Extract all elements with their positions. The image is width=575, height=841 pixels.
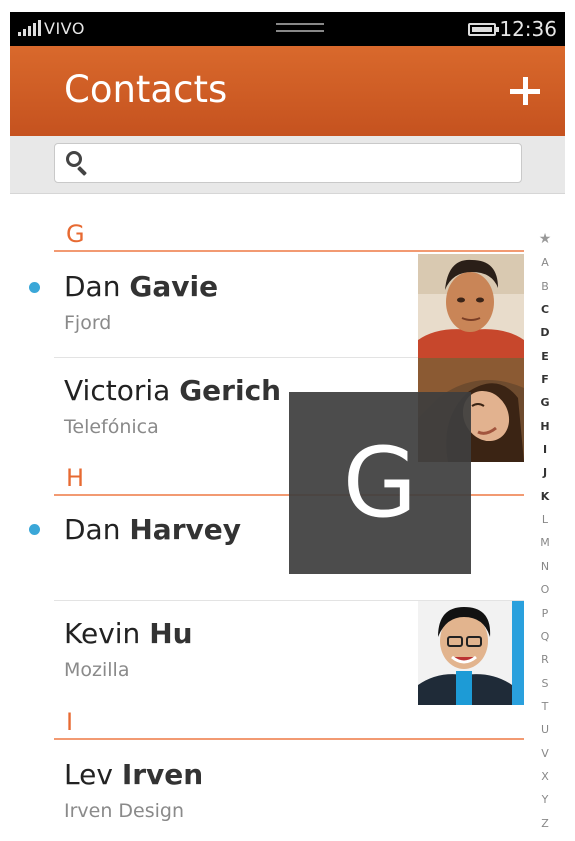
battery-icon: [468, 23, 499, 36]
status-bar: VIVO 12:36: [10, 12, 565, 46]
contact-organization: Fjord: [64, 312, 112, 334]
index-letter[interactable]: Z: [534, 812, 556, 835]
contact-organization: Irven Design: [64, 800, 185, 822]
index-letter[interactable]: F: [534, 368, 556, 391]
favorites-star-icon[interactable]: ★: [534, 228, 556, 251]
contact-organization: Mozilla: [64, 659, 130, 681]
index-letter[interactable]: X: [534, 765, 556, 788]
index-letter[interactable]: S: [534, 672, 556, 695]
index-letter[interactable]: Y: [534, 788, 556, 811]
index-letter[interactable]: U: [534, 718, 556, 741]
contact-photo: [418, 601, 524, 705]
add-contact-button[interactable]: [505, 72, 545, 112]
search-bar: [10, 136, 565, 194]
contact-name: Dan Harvey: [64, 513, 242, 546]
contact-name: Victoria Gerich: [64, 374, 282, 407]
index-letter[interactable]: P: [534, 602, 556, 625]
index-letter[interactable]: R: [534, 648, 556, 671]
index-letter[interactable]: D: [534, 321, 556, 344]
index-letter[interactable]: V: [534, 742, 556, 765]
contact-item-kevin-hu[interactable]: Kevin Hu Mozilla: [54, 601, 524, 705]
clock: 12:36: [499, 17, 557, 41]
index-letter[interactable]: G: [534, 391, 556, 414]
index-letter[interactable]: T: [534, 695, 556, 718]
index-letter[interactable]: O: [534, 578, 556, 601]
contact-photo: [418, 254, 524, 358]
index-letter[interactable]: C: [534, 298, 556, 321]
contact-name: Kevin Hu: [64, 617, 193, 650]
jump-letter-overlay: G: [289, 392, 471, 574]
carrier-name: VIVO: [44, 19, 85, 38]
contact-item-lev-irven[interactable]: Lev Irven Irven Design: [54, 742, 524, 841]
page-title: Contacts: [64, 68, 228, 111]
app-header: Contacts: [10, 46, 565, 136]
index-letter[interactable]: N: [534, 555, 556, 578]
search-input[interactable]: [54, 143, 522, 183]
alphabet-index[interactable]: ★ ABCDEFGHIJKLMNOPQRSTUVXYZ: [534, 228, 556, 838]
index-letter[interactable]: K: [534, 485, 556, 508]
section-header-g: G: [54, 218, 524, 252]
contact-item-dan-gavie[interactable]: Dan Gavie Fjord: [54, 254, 524, 358]
section-header-i: I: [54, 706, 524, 740]
index-letter[interactable]: J: [534, 461, 556, 484]
index-letter[interactable]: Q: [534, 625, 556, 648]
index-letter[interactable]: M: [534, 531, 556, 554]
signal-icon: [18, 20, 41, 36]
contact-name: Dan Gavie: [64, 270, 219, 303]
contact-organization: Telefónica: [64, 416, 159, 438]
notification-grip-icon[interactable]: [276, 23, 324, 37]
search-icon: [66, 151, 82, 167]
index-letter[interactable]: L: [534, 508, 556, 531]
index-letter[interactable]: E: [534, 345, 556, 368]
contact-name: Lev Irven: [64, 758, 204, 791]
index-letter[interactable]: A: [534, 251, 556, 274]
index-letter[interactable]: I: [534, 438, 556, 461]
index-letter[interactable]: B: [534, 275, 556, 298]
unread-indicator: [29, 282, 40, 293]
unread-indicator: [29, 524, 40, 535]
index-letter[interactable]: H: [534, 415, 556, 438]
